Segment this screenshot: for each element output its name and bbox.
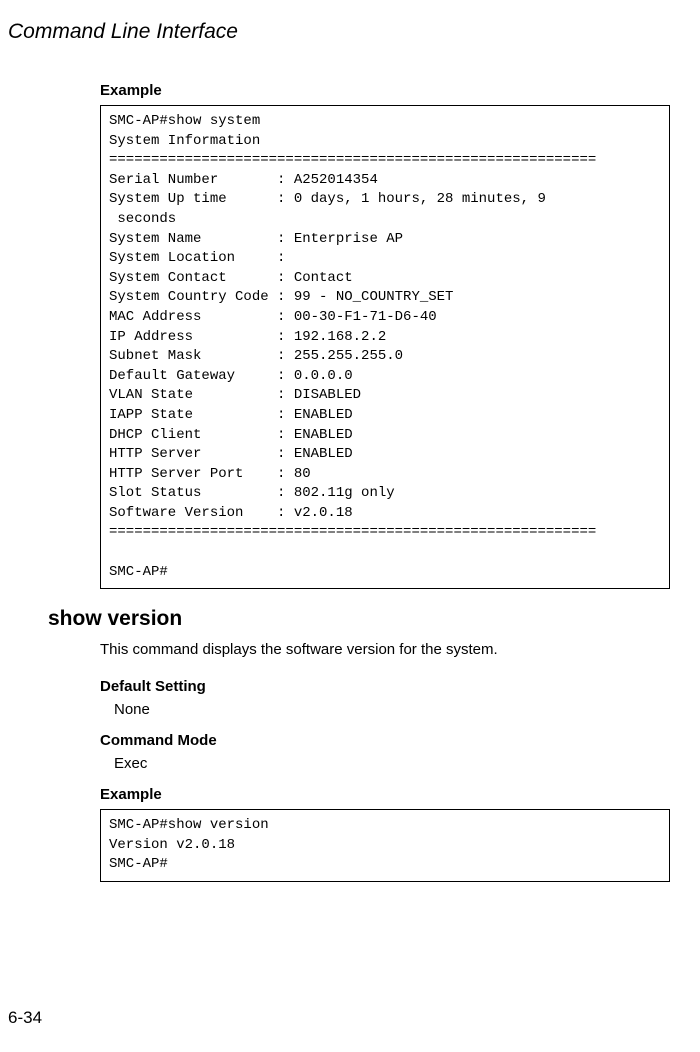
command-mode-value: Exec [100, 755, 670, 772]
page-number: 6-34 [8, 1008, 42, 1028]
page-header: Command Line Interface [0, 20, 700, 44]
command-description: This command displays the software versi… [100, 639, 670, 660]
example2-terminal: SMC-AP#show version Version v2.0.18 SMC-… [100, 809, 670, 882]
example1-section: Example SMC-AP#show system System Inform… [0, 82, 700, 589]
example2-heading: Example [100, 786, 670, 803]
example1-heading: Example [100, 82, 670, 99]
default-setting-heading: Default Setting [100, 678, 670, 695]
example1-terminal: SMC-AP#show system System Information ==… [100, 105, 670, 589]
command-section: show version [0, 607, 700, 631]
command-title: show version [48, 607, 670, 631]
command-details: This command displays the software versi… [0, 639, 700, 882]
default-setting-value: None [100, 701, 670, 718]
command-mode-heading: Command Mode [100, 732, 670, 749]
